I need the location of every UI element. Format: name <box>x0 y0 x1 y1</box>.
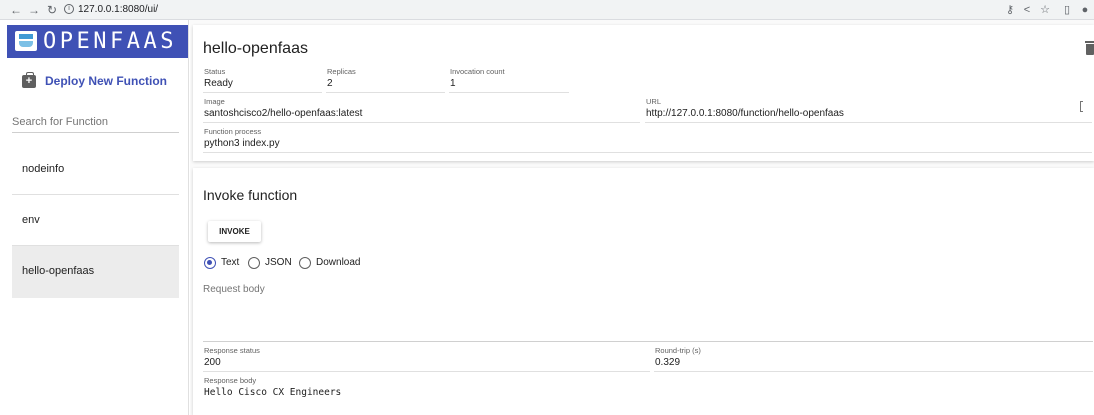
invoke-title: Invoke function <box>203 187 298 203</box>
star-icon[interactable]: ☆ <box>1038 2 1052 18</box>
forward-arrow-icon[interactable]: → <box>26 2 42 18</box>
status-value: Ready <box>204 78 233 89</box>
response-body-value: Hello Cisco CX Engineers <box>204 387 342 398</box>
delete-icon[interactable] <box>1085 41 1094 55</box>
response-status-field: Response status 200 <box>203 346 650 372</box>
site-info-icon[interactable]: i <box>64 4 74 15</box>
radio-checked-icon <box>204 257 216 269</box>
function-list: nodeinfo env hello-openfaas <box>12 144 179 298</box>
radio-unchecked-icon <box>248 257 260 269</box>
sidebar: OPENFAAS Deploy New Function nodeinfo en… <box>0 20 189 415</box>
request-body-input[interactable] <box>203 284 1093 342</box>
function-item-env[interactable]: env <box>12 195 179 246</box>
share-icon[interactable]: < <box>1020 2 1034 18</box>
invoke-function-card: Invoke function INVOKE Text JSON Downloa… <box>193 168 1094 415</box>
search-input[interactable] <box>12 111 179 133</box>
openfaas-logo-icon <box>15 31 37 51</box>
add-box-icon <box>22 72 36 88</box>
openfaas-logo[interactable]: OPENFAAS <box>7 25 188 58</box>
address-bar[interactable]: i 127.0.0.1:8080/ui/ <box>62 3 1002 17</box>
sidebar-toggle-icon[interactable]: ▯ <box>1060 2 1074 18</box>
invoke-button[interactable]: INVOKE <box>208 221 261 242</box>
function-item-hello-openfaas[interactable]: hello-openfaas <box>12 246 179 298</box>
function-item-label: env <box>22 214 40 226</box>
image-field: Image santoshcisco2/hello-openfaas:lates… <box>203 97 640 123</box>
status-field: Status Ready <box>203 67 322 93</box>
address-url: 127.0.0.1:8080/ui/ <box>78 4 159 15</box>
deploy-new-function-button[interactable]: Deploy New Function <box>12 72 182 92</box>
replicas-field: Replicas 2 <box>326 67 445 93</box>
response-status-value: 200 <box>204 357 221 368</box>
browser-toolbar: ← → ↻ i 127.0.0.1:8080/ui/ ⚷ < ☆ ▯ ● <box>0 0 1094 20</box>
url-value[interactable]: http://127.0.0.1:8080/function/hello-ope… <box>646 108 844 119</box>
function-item-label: nodeinfo <box>22 163 65 175</box>
function-process-field: Function process python3 index.py <box>203 127 1092 153</box>
main-content: hello-openfaas Status Ready Replicas 2 I… <box>190 20 1094 415</box>
radio-unchecked-icon <box>299 257 311 269</box>
key-icon[interactable]: ⚷ <box>1003 2 1017 18</box>
profile-icon[interactable]: ● <box>1078 2 1092 18</box>
round-trip-value: 0.329 <box>655 357 681 368</box>
copy-icon[interactable] <box>1080 101 1083 112</box>
invocation-count-value: 1 <box>450 78 456 89</box>
back-arrow-icon[interactable]: ← <box>8 2 24 18</box>
replicas-value: 2 <box>327 78 333 89</box>
function-details-card: hello-openfaas Status Ready Replicas 2 I… <box>193 25 1094 161</box>
round-trip-field: Round-trip (s) 0.329 <box>654 346 1093 372</box>
response-format-radio-group: Text JSON Download <box>203 256 403 270</box>
logo-text: OPENFAAS <box>43 29 177 54</box>
deploy-label: Deploy New Function <box>45 74 168 88</box>
function-process-value: python3 index.py <box>204 138 280 149</box>
function-title: hello-openfaas <box>203 40 308 57</box>
image-value: santoshcisco2/hello-openfaas:latest <box>204 108 363 119</box>
invocation-count-field: Invocation count 1 <box>449 67 569 93</box>
response-body-field: Response body Hello Cisco CX Engineers <box>204 376 342 398</box>
url-field: URL http://127.0.0.1:8080/function/hello… <box>645 97 1092 123</box>
function-item-label: hello-openfaas <box>22 265 95 277</box>
function-item-nodeinfo[interactable]: nodeinfo <box>12 144 179 195</box>
reload-icon[interactable]: ↻ <box>44 2 60 18</box>
